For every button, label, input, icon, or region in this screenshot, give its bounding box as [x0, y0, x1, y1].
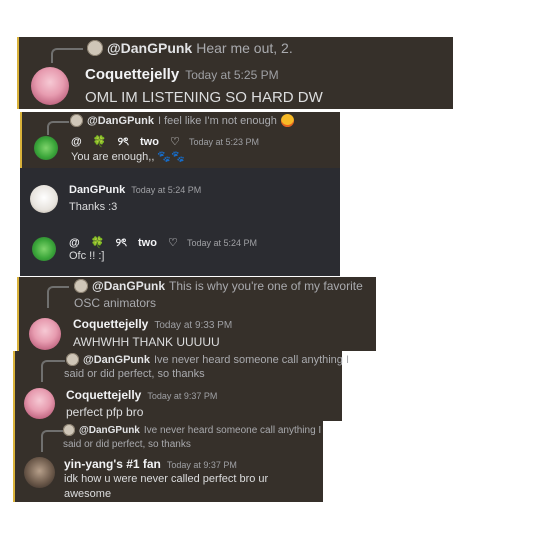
paw-prints-icon: 🐾🐾	[157, 151, 185, 163]
avatar[interactable]	[31, 67, 69, 105]
message-text: Ofc !! :]	[69, 250, 105, 262]
message-panel-2: @DanGPunk I feel like I'm not enough @ 🍀…	[20, 112, 340, 168]
username[interactable]: DanGPunk	[69, 184, 125, 196]
reply-preview[interactable]: @DanGPunk This is why you're one of my f…	[74, 279, 363, 293]
username[interactable]: Coquettejelly	[85, 66, 179, 83]
message-text: idk how u were never called perfect bro …	[64, 473, 269, 485]
reply-author[interactable]: @DanGPunk	[83, 354, 150, 366]
reply-preview[interactable]: @DanGPunk Ive never heard someone call a…	[66, 353, 349, 366]
reply-text-line2: OSC animators	[74, 296, 157, 310]
timestamp: Today at 9:33 PM	[154, 320, 233, 331]
message-text: OML IM LISTENING SO HARD DW	[85, 89, 323, 106]
username[interactable]: Coquettejelly	[73, 317, 148, 331]
message-panel-6: @DanGPunk Ive never heard someone call a…	[13, 421, 323, 502]
message-header: DanGPunk Today at 5:24 PM	[69, 184, 201, 196]
reply-preview[interactable]: @DanGPunk I feel like I'm not enough	[70, 114, 294, 127]
message-text: You are enough,, 🐾🐾	[71, 151, 185, 163]
message-text: Thanks :3	[69, 201, 118, 213]
reply-preview[interactable]: @DanGPunk Hear me out, 2.	[87, 40, 293, 56]
reply-connector	[47, 286, 69, 308]
username[interactable]: Coquettejelly	[66, 388, 141, 402]
timestamp: Today at 9:37 PM	[166, 460, 237, 470]
reply-text-line2: said or did perfect, so thanks	[63, 439, 191, 450]
timestamp: Today at 9:37 PM	[147, 391, 218, 401]
message-panel-4: @DanGPunk This is why you're one of my f…	[17, 277, 376, 351]
reply-author[interactable]: @DanGPunk	[87, 115, 154, 127]
avatar-mini-icon	[70, 114, 83, 127]
message-panel-1: @DanGPunk Hear me out, 2. Coquettejelly T…	[17, 37, 453, 109]
reply-connector	[51, 48, 83, 63]
reply-connector	[47, 121, 69, 135]
username-part: ୨ৎ	[117, 136, 129, 148]
drooling-face-icon	[280, 114, 294, 127]
reply-text-line2: said or did perfect, so thanks	[64, 368, 205, 380]
reply-author[interactable]: @DanGPunk	[107, 40, 192, 56]
clover-icon: 🍀	[92, 136, 107, 148]
message-header: Coquettejelly Today at 5:25 PM	[85, 66, 279, 83]
username[interactable]: yin-yang's #1 fan	[64, 457, 161, 471]
message-header: Coquettejelly Today at 9:33 PM	[73, 317, 232, 331]
timestamp: Today at 5:24 PM	[186, 238, 257, 248]
message-panel-3: DanGPunk Today at 5:24 PM Thanks :3 @ 🍀 ୨…	[20, 168, 340, 276]
avatar-mini-icon	[87, 40, 103, 56]
avatar[interactable]	[29, 318, 61, 350]
avatar[interactable]	[34, 136, 58, 160]
avatar-mini-icon	[63, 424, 75, 436]
avatar[interactable]	[32, 237, 56, 261]
reply-author[interactable]: @DanGPunk	[79, 425, 140, 436]
message-text: AWHWHH THANK UUUUU	[73, 335, 220, 349]
username-part: ୨ৎ	[115, 237, 127, 249]
message-text-line2: awesome	[64, 488, 112, 500]
avatar[interactable]	[24, 457, 55, 488]
message-text: perfect pfp bro	[66, 405, 144, 419]
clover-icon: 🍀	[90, 237, 105, 249]
message-header: yin-yang's #1 fan Today at 9:37 PM	[64, 457, 237, 471]
avatar[interactable]	[24, 388, 55, 419]
avatar[interactable]	[30, 185, 58, 213]
avatar-mini-icon	[66, 353, 79, 366]
reply-connector	[41, 430, 63, 452]
screenshot-collage: @DanGPunk Hear me out, 2. Coquettejelly T…	[0, 0, 560, 560]
timestamp: Today at 5:25 PM	[185, 68, 279, 82]
reply-text: I feel like I'm not enough	[157, 114, 277, 127]
reply-text: Ive never heard someone call anything I	[153, 353, 350, 366]
message-header: Coquettejelly Today at 9:37 PM	[66, 388, 217, 402]
reply-author[interactable]: @DanGPunk	[92, 279, 165, 293]
timestamp: Today at 5:24 PM	[131, 185, 202, 195]
heart-icon: ♡	[168, 237, 178, 249]
reply-preview[interactable]: @DanGPunk Ive never heard someone call a…	[63, 424, 321, 436]
username-part[interactable]: @	[71, 136, 82, 148]
reply-text: Hear me out, 2.	[196, 40, 293, 56]
heart-icon: ♡	[170, 136, 180, 148]
username-part: two	[137, 237, 157, 249]
username-part: two	[139, 136, 159, 148]
avatar-mini-icon	[74, 279, 88, 293]
reply-text: Ive never heard someone call anything I	[143, 424, 322, 436]
timestamp: Today at 5:23 PM	[188, 137, 259, 147]
username-part[interactable]: @	[69, 237, 80, 249]
reply-text: This is why you're one of my favorite	[169, 279, 363, 293]
message-panel-5: @DanGPunk Ive never heard someone call a…	[13, 351, 349, 421]
reply-connector	[41, 360, 65, 382]
